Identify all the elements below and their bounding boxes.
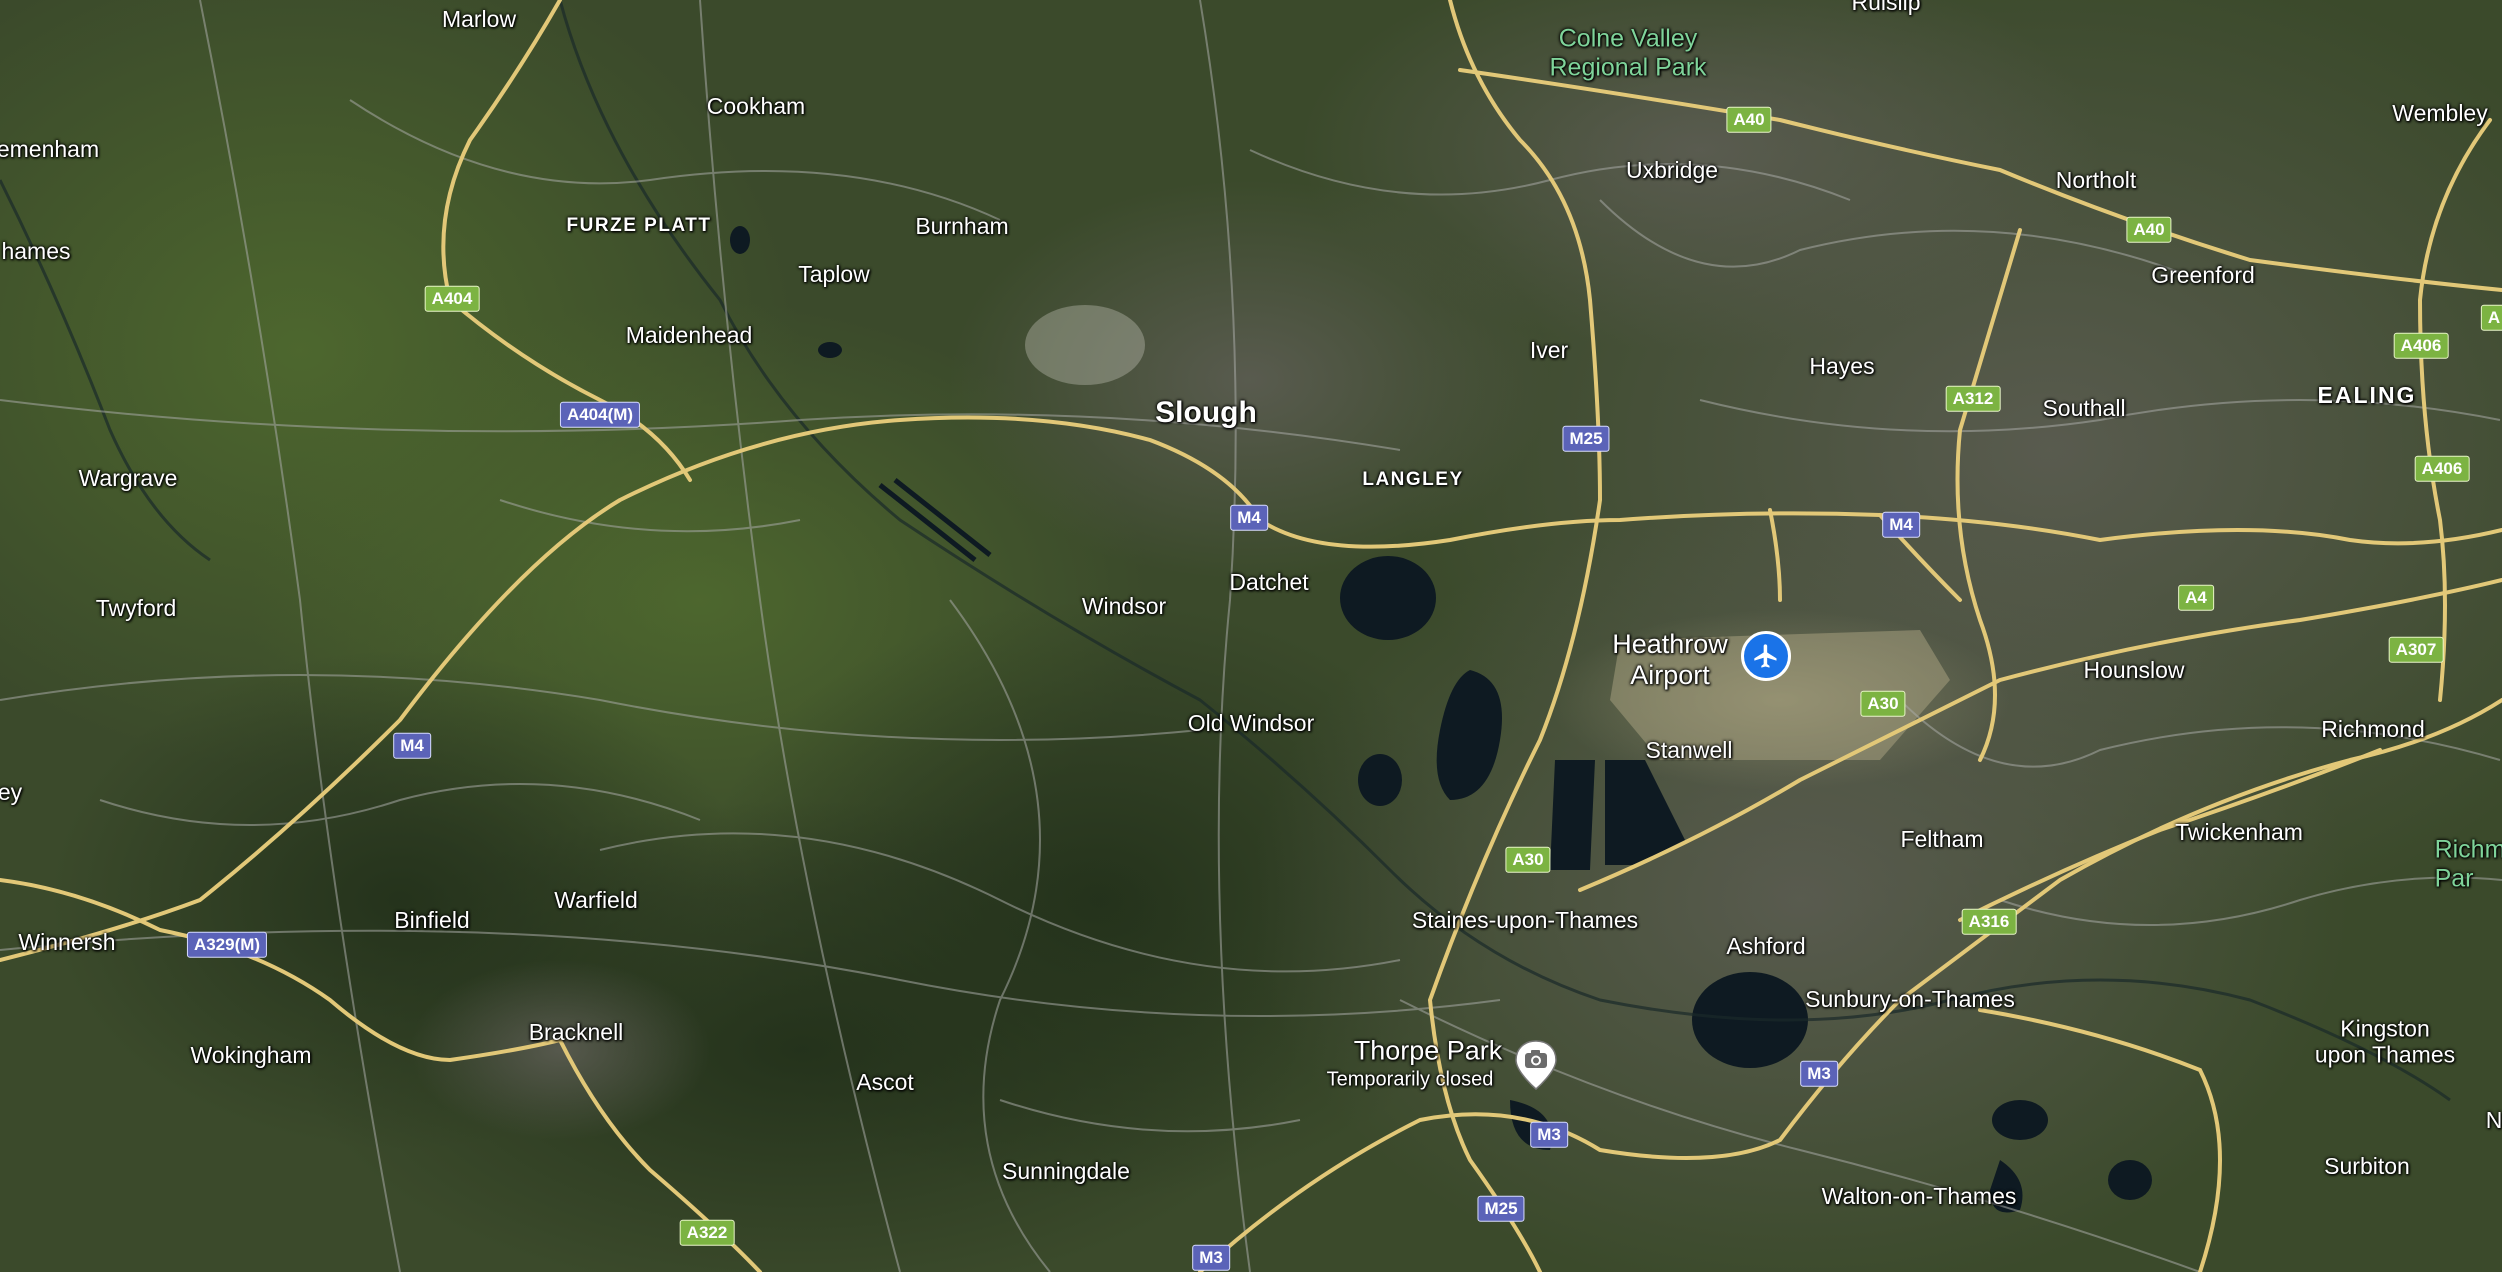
place-twickenham[interactable]: Twickenham [2175, 819, 2303, 845]
road-shield-a322[interactable]: A322 [679, 1219, 735, 1247]
place-taplow[interactable]: Taplow [798, 261, 870, 287]
road-shield-a312[interactable]: A312 [1945, 385, 2001, 413]
airplane-icon[interactable] [1741, 631, 1791, 681]
place-northolt[interactable]: Northolt [2056, 167, 2137, 193]
road-shield-a307[interactable]: A307 [2388, 636, 2444, 664]
road-shield-a30[interactable]: A30 [1505, 846, 1551, 874]
road-shield-a316[interactable]: A316 [1961, 908, 2017, 936]
place-colne-valley-park[interactable]: Colne Valley Regional Park [1549, 24, 1706, 82]
road-shield-m4[interactable]: M4 [1882, 511, 1920, 539]
road-shield-m3[interactable]: M3 [1192, 1244, 1230, 1272]
road-shield-m25[interactable]: M25 [1477, 1195, 1525, 1223]
airplane-glyph-icon [1754, 644, 1777, 668]
road-shield-a30[interactable]: A30 [1860, 690, 1906, 718]
place-marlow[interactable]: Marlow [442, 6, 516, 32]
road-shield-a-edge[interactable]: A [2480, 304, 2502, 332]
place-staines-upon-thames[interactable]: Staines-upon-Thames [1412, 907, 1638, 933]
place-kingston-upon-thames[interactable]: Kingston upon Thames [2315, 1016, 2455, 1069]
place-old-windsor[interactable]: Old Windsor [1188, 710, 1315, 736]
place-richmond-park[interactable]: Richm Par [2435, 835, 2502, 893]
place-datchet[interactable]: Datchet [1229, 569, 1308, 595]
place-heathrow-airport[interactable]: Heathrow Airport [1612, 629, 1728, 691]
road-shield-a404[interactable]: A404 [424, 285, 480, 313]
place-thames[interactable]: hames [1, 238, 70, 264]
place-hayes[interactable]: Hayes [1809, 353, 1874, 379]
place-ealing[interactable]: EALING [2318, 382, 2417, 408]
road-shield-m4[interactable]: M4 [1230, 504, 1268, 532]
place-southall[interactable]: Southall [2042, 395, 2125, 421]
place-wargrave[interactable]: Wargrave [79, 465, 178, 491]
place-feltham[interactable]: Feltham [1900, 826, 1983, 852]
place-twyford[interactable]: Twyford [96, 595, 177, 621]
place-wokingham[interactable]: Wokingham [190, 1042, 311, 1068]
road-shield-m3[interactable]: M3 [1530, 1121, 1568, 1149]
place-surbiton[interactable]: Surbiton [2324, 1153, 2410, 1179]
place-stanwell[interactable]: Stanwell [1646, 737, 1733, 763]
place-hounslow[interactable]: Hounslow [2084, 657, 2185, 683]
road-shield-a40[interactable]: A40 [1726, 106, 1772, 134]
place-ruislip[interactable]: Ruislip [1851, 0, 1920, 15]
road-shield-a4[interactable]: A4 [2178, 584, 2214, 612]
road-shield-a406[interactable]: A406 [2393, 332, 2449, 360]
satellite-map[interactable]: Marlow Ruislip Colne Valley Regional Par… [0, 0, 2502, 1272]
place-greenford[interactable]: Greenford [2151, 262, 2255, 288]
place-ashford[interactable]: Ashford [1726, 933, 1805, 959]
place-sunningdale[interactable]: Sunningdale [1002, 1158, 1130, 1184]
place-bracknell[interactable]: Bracknell [529, 1019, 624, 1045]
poi-pin-icon [1515, 1040, 1557, 1090]
place-edge-n[interactable]: N [2486, 1107, 2502, 1133]
road-shield-a406[interactable]: A406 [2414, 455, 2470, 483]
place-langley[interactable]: LANGLEY [1362, 469, 1463, 491]
place-binfield[interactable]: Binfield [394, 907, 469, 933]
place-thorpe-park[interactable]: Thorpe Park [1354, 1035, 1503, 1066]
thorpe-park-status: Temporarily closed [1326, 1068, 1494, 1091]
road-shield-a329m[interactable]: A329(M) [186, 931, 268, 959]
road-shield-a40[interactable]: A40 [2126, 216, 2172, 244]
road-shield-m4[interactable]: M4 [393, 732, 431, 760]
place-ey[interactable]: ey [0, 779, 22, 805]
place-maidenhead[interactable]: Maidenhead [626, 322, 753, 348]
place-winnersh[interactable]: Winnersh [18, 929, 115, 955]
place-furze-platt[interactable]: FURZE PLATT [567, 215, 712, 237]
road-shield-m25[interactable]: M25 [1562, 425, 1610, 453]
camera-icon[interactable] [1513, 1039, 1559, 1090]
place-walton-on-thames[interactable]: Walton-on-Thames [1822, 1183, 2017, 1209]
place-slough[interactable]: Slough [1155, 396, 1257, 431]
place-medmenham[interactable]: emenham [0, 136, 99, 162]
place-richmond[interactable]: Richmond [2321, 716, 2425, 742]
place-warfield[interactable]: Warfield [554, 887, 638, 913]
place-uxbridge[interactable]: Uxbridge [1626, 157, 1718, 183]
place-sunbury-on-thames[interactable]: Sunbury-on-Thames [1805, 986, 2015, 1012]
place-burnham[interactable]: Burnham [915, 213, 1008, 239]
place-iver[interactable]: Iver [1530, 337, 1568, 363]
road-shield-m3[interactable]: M3 [1800, 1060, 1838, 1088]
place-ascot[interactable]: Ascot [856, 1069, 914, 1095]
place-wembley[interactable]: Wembley [2392, 100, 2487, 126]
road-shield-a404m[interactable]: A404(M) [559, 401, 641, 429]
place-cookham[interactable]: Cookham [707, 93, 805, 119]
place-windsor[interactable]: Windsor [1082, 593, 1166, 619]
